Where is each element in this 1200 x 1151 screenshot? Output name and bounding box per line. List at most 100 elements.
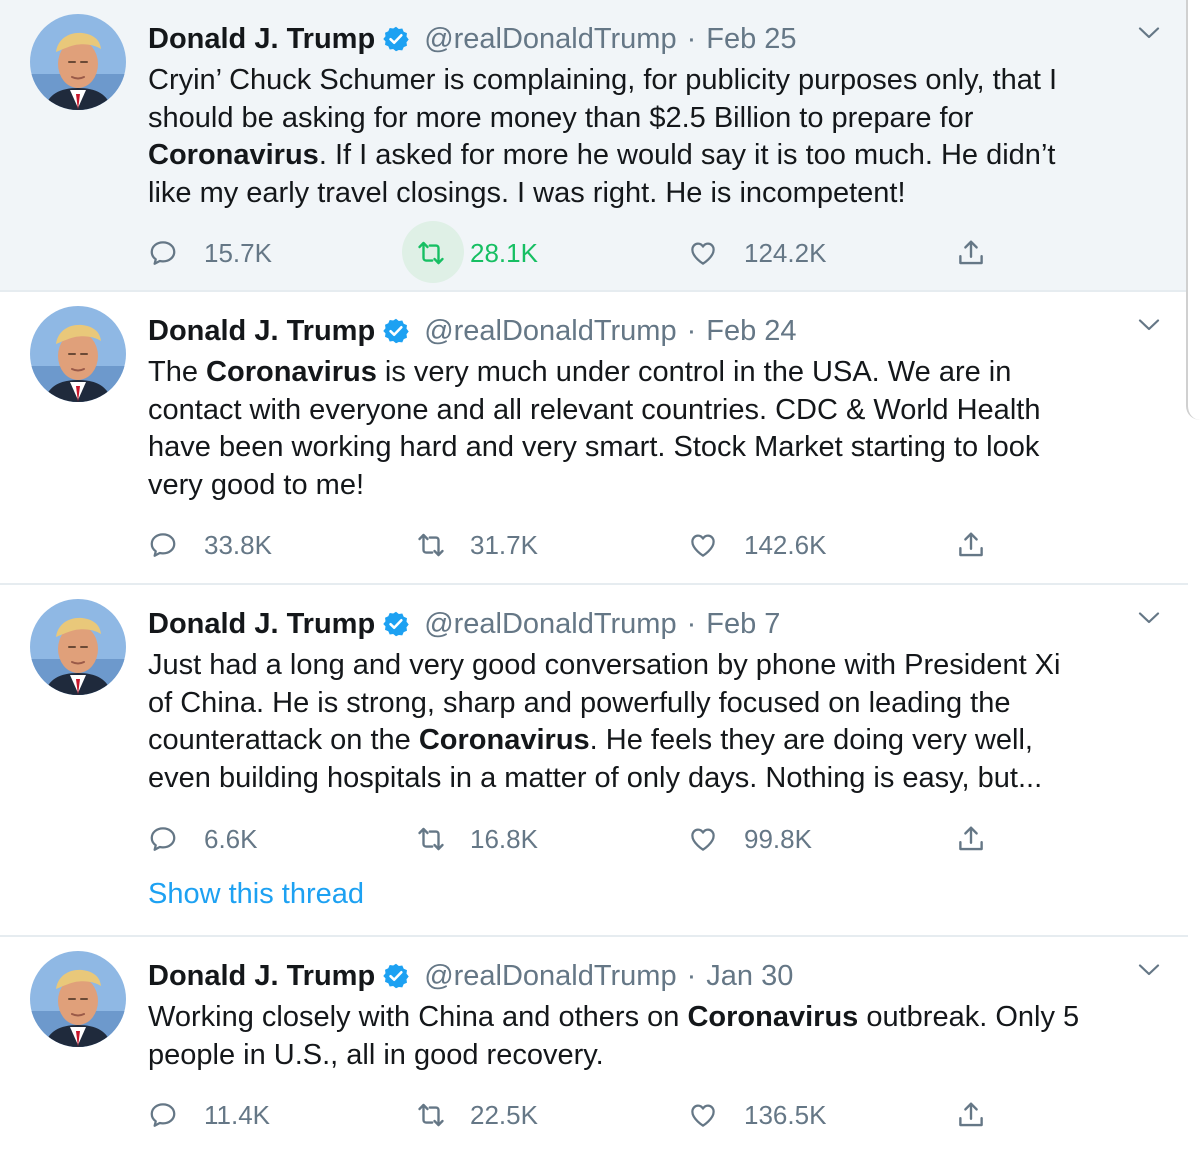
chevron-down-icon[interactable] — [1138, 963, 1160, 977]
tweet-header: Donald J. Trump @realDonaldTrump · Feb 2… — [148, 312, 797, 350]
author-handle[interactable]: @realDonaldTrump — [424, 315, 676, 348]
tweet-actions: 11.4K 22.5K 136.5K — [148, 1095, 1008, 1135]
author-name[interactable]: Donald J. Trump — [148, 23, 375, 56]
tweet-text-line: contact with everyone and all relevant c… — [148, 393, 1041, 426]
tweet-header: Donald J. Trump @realDonaldTrump · Feb 2… — [148, 20, 797, 58]
retweet-count: 16.8K — [470, 823, 538, 854]
reply-count: 11.4K — [204, 1099, 271, 1130]
like-button[interactable]: 124.2K — [688, 233, 826, 273]
reply-button[interactable]: 11.4K — [148, 1095, 270, 1135]
tweet-text-line: even building hospitals in a matter of o… — [148, 761, 1043, 794]
hashtag-keyword[interactable]: Coronavirus — [687, 1001, 858, 1033]
tweet-text-line: should be asking for more money than $2.… — [148, 101, 974, 134]
hashtag-keyword[interactable]: Coronavirus — [206, 356, 377, 388]
tweet-text-line: Coronavirus. If I asked for more he woul… — [148, 139, 1056, 172]
tweet-timeline: Donald J. Trump @realDonaldTrump · Feb 2… — [0, 0, 1188, 1151]
chevron-down-icon[interactable] — [1138, 318, 1160, 332]
retweet-button[interactable]: 28.1K — [402, 221, 538, 283]
tweet-card[interactable]: Donald J. Trump @realDonaldTrump · Feb 2… — [0, 292, 1188, 585]
tweet-card[interactable]: Donald J. Trump @realDonaldTrump · Feb 2… — [0, 0, 1188, 292]
retweet-icon — [416, 238, 446, 268]
tweet-date[interactable]: Feb 24 — [706, 315, 796, 348]
reply-icon — [148, 824, 178, 854]
chevron-down-icon[interactable] — [1138, 611, 1160, 625]
verified-badge-icon — [382, 25, 410, 53]
hashtag-keyword[interactable]: Coronavirus — [148, 139, 319, 171]
share-button[interactable] — [956, 233, 1012, 273]
reply-button[interactable]: 33.8K — [148, 525, 272, 565]
retweet-button[interactable]: 16.8K — [416, 819, 538, 859]
author-handle[interactable]: @realDonaldTrump — [424, 608, 676, 641]
author-name[interactable]: Donald J. Trump — [148, 960, 375, 993]
reply-icon — [148, 238, 178, 268]
reply-count: 15.7K — [204, 237, 272, 268]
tweet-text-line: like my early travel closings. I was rig… — [148, 176, 906, 209]
avatar[interactable] — [30, 951, 126, 1047]
tweet-text-line: Cryin’ Chuck Schumer is complaining, for… — [148, 64, 1058, 96]
tweet-actions: 6.6K 16.8K 99.8K — [148, 819, 1008, 859]
tweet-text: The Coronavirus is very much under contr… — [148, 354, 1158, 504]
separator-dot: · — [686, 959, 697, 992]
author-name[interactable]: Donald J. Trump — [148, 608, 375, 641]
retweet-icon — [416, 824, 446, 854]
profile-photo-icon — [30, 306, 126, 402]
chevron-down-icon[interactable] — [1138, 26, 1160, 40]
reply-icon — [148, 1100, 178, 1130]
scrollbar[interactable] — [1186, 0, 1200, 420]
tweet-card[interactable]: Donald J. Trump @realDonaldTrump · Feb 7… — [0, 585, 1188, 937]
tweet-date[interactable]: Feb 25 — [706, 23, 796, 56]
like-count: 136.5K — [744, 1099, 827, 1130]
hashtag-keyword[interactable]: Coronavirus — [419, 724, 590, 756]
tweet-header: Donald J. Trump @realDonaldTrump · Feb 7 — [148, 605, 780, 643]
tweet-text-line: have been working hard and very smart. S… — [148, 431, 1040, 464]
tweet-text-line: Working closely with China and others on… — [148, 1001, 1080, 1033]
separator-dot: · — [686, 607, 697, 640]
retweet-count: 31.7K — [470, 529, 538, 560]
verified-badge-icon — [382, 610, 410, 638]
share-icon — [956, 1100, 986, 1130]
share-button[interactable] — [956, 525, 1012, 565]
profile-photo-icon — [30, 14, 126, 110]
share-button[interactable] — [956, 819, 1012, 859]
reply-button[interactable]: 6.6K — [148, 819, 258, 859]
like-icon — [688, 530, 718, 560]
retweet-count: 22.5K — [470, 1099, 538, 1130]
share-icon — [956, 530, 986, 560]
tweet-text-line: people in U.S., all in good recovery. — [148, 1038, 604, 1071]
profile-photo-icon — [30, 599, 126, 695]
share-icon — [956, 238, 986, 268]
retweet-button[interactable]: 22.5K — [416, 1095, 538, 1135]
author-name[interactable]: Donald J. Trump — [148, 315, 375, 348]
tweet-actions: 33.8K 31.7K 142.6K — [148, 525, 1008, 565]
like-button[interactable]: 99.8K — [688, 819, 812, 859]
like-button[interactable]: 136.5K — [688, 1095, 826, 1135]
separator-dot: · — [686, 314, 697, 347]
tweet-card[interactable]: Donald J. Trump @realDonaldTrump · Jan 3… — [0, 937, 1188, 1151]
avatar[interactable] — [30, 599, 126, 695]
like-icon — [688, 238, 718, 268]
separator-dot: · — [686, 22, 697, 55]
share-button[interactable] — [956, 1095, 1012, 1135]
reply-button[interactable]: 15.7K — [148, 233, 272, 273]
tweet-text-line: very good to me! — [148, 468, 364, 501]
like-count: 124.2K — [744, 237, 827, 268]
tweet-date[interactable]: Feb 7 — [706, 608, 780, 641]
retweet-icon — [416, 1100, 446, 1130]
tweet-text-line: Just had a long and very good conversati… — [148, 649, 1061, 681]
tweet-text-line: counterattack on the Coronavirus. He fee… — [148, 724, 1033, 757]
author-handle[interactable]: @realDonaldTrump — [424, 23, 676, 56]
share-icon — [956, 824, 986, 854]
avatar[interactable] — [30, 306, 126, 402]
author-handle[interactable]: @realDonaldTrump — [424, 960, 676, 993]
tweet-text-line: The Coronavirus is very much under contr… — [148, 356, 1012, 388]
reply-count: 33.8K — [204, 529, 272, 560]
like-button[interactable]: 142.6K — [688, 525, 826, 565]
retweet-button[interactable]: 31.7K — [416, 525, 538, 565]
tweet-text-line: of China. He is strong, sharp and powerf… — [148, 686, 1011, 719]
reply-count: 6.6K — [204, 823, 258, 854]
retweet-icon — [416, 530, 446, 560]
tweet-text: Cryin’ Chuck Schumer is complaining, for… — [148, 62, 1158, 212]
tweet-date[interactable]: Jan 30 — [706, 960, 793, 993]
show-thread-link[interactable]: Show this thread — [148, 878, 364, 911]
avatar[interactable] — [30, 14, 126, 110]
